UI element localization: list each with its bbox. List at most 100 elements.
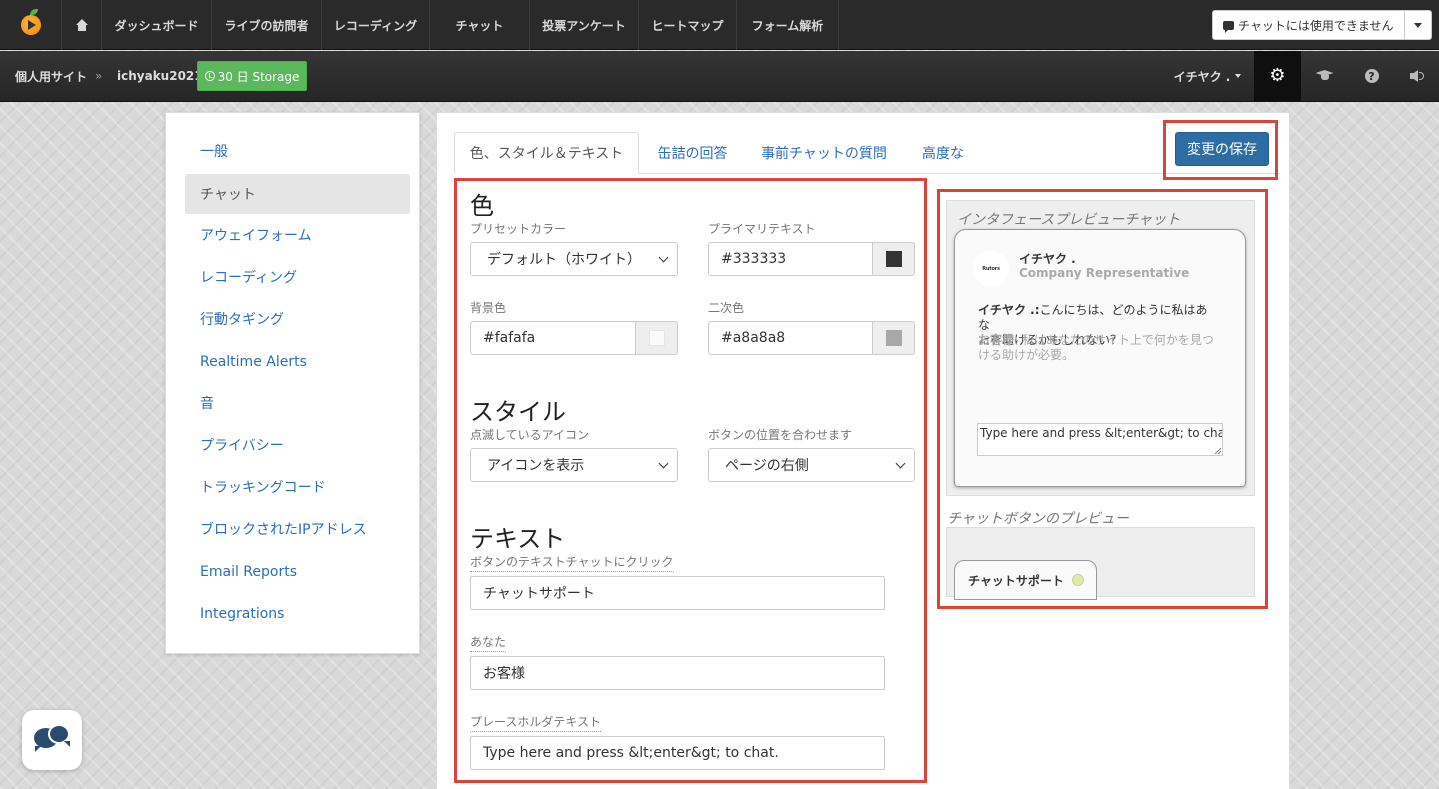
primary-text-color-picker[interactable] [873,242,915,276]
company-logo: Rutors [982,266,1000,272]
sidebar-item-away-form[interactable]: アウェイフォーム [185,215,410,255]
sidebar-item-sound[interactable]: 音 [185,383,410,423]
avatar: Rutors [973,251,1009,287]
chat-availability-status[interactable]: チャットには使用できません [1213,17,1404,34]
app-logo[interactable] [0,0,62,50]
agent-message-name: イチヤク .: [978,303,1040,317]
blink-icon-select[interactable]: アイコンを表示 [470,448,678,482]
question-icon: ? [1364,69,1379,83]
background-color-input[interactable]: #fafafa [470,321,636,355]
background-color-field[interactable]: #fafafa [470,321,678,355]
chat-button-label: チャットサポート [968,574,1064,588]
sidebar-item-tracking-code[interactable]: トラッキングコード [185,467,410,507]
primary-text-input[interactable]: #333333 [708,242,873,276]
graduation-cap-icon [1316,70,1334,82]
primary-text-label: プライマリテキスト [708,222,816,236]
background-color-label: 背景色 [470,301,507,315]
caret-down-icon [1414,22,1422,28]
sidebar-item-recordings[interactable]: レコーディング [185,257,410,297]
blink-icon-label: 点滅しているアイコン [470,428,590,442]
you-label: あなた [470,633,507,652]
nav-tab-recordings[interactable]: レコーディング [322,0,430,50]
user-menu[interactable]: イチヤク . [1160,51,1255,101]
button-text-input[interactable]: チャットサポート [470,576,885,610]
sidebar-item-email-reports[interactable]: Email Reports [185,552,410,592]
nav-tab-chat[interactable]: チャット [430,0,530,50]
tab-colors-style-text[interactable]: 色、スタイル＆テキスト [454,132,639,174]
support-chat-widget[interactable] [22,710,82,770]
sidebar-item-blocked-ips[interactable]: ブロックされたIPアドレス [185,509,410,549]
agent-role: Company Representative [1019,266,1190,280]
tab-advanced[interactable]: 高度な [908,132,978,174]
placeholder-text-label: プレースホルダテキスト [470,713,602,732]
chevron-down-icon [658,458,669,468]
sidebar-item-realtime-alerts[interactable]: Realtime Alerts [185,342,410,382]
nav-tab-dashboard[interactable]: ダッシュボード [102,0,212,50]
secondary-color-input[interactable]: #a8a8a8 [708,321,873,355]
clock-icon [204,71,215,81]
nav-tab-form-analytics[interactable]: フォーム解析 [737,0,839,50]
status-dot-icon [1071,574,1084,586]
nav-tab-polls[interactable]: 投票アンケート [530,0,639,50]
comment-icon [1223,20,1234,33]
chat-availability-toggle[interactable] [1404,11,1431,39]
chat-availability-dropdown[interactable]: チャットには使用できません [1212,10,1432,40]
sidebar-item-tagging[interactable]: 行動タギング [185,299,410,339]
user-name: イチヤク . [1173,69,1231,84]
customer-message-line2: ける助けが必要。 [978,348,1075,362]
customer-message-line1: : 私はあなたのサイト上で何かを見つ [1014,333,1214,347]
chevron-down-icon [658,252,669,262]
tab-pre-chat-questions[interactable]: 事前チャットの質問 [750,132,898,174]
chat-bubbles-icon-back [48,724,70,747]
secondary-color-picker[interactable] [873,321,915,355]
speaker-icon [1410,70,1424,82]
chat-button-preview[interactable]: チャットサポート [954,560,1097,600]
blink-icon-value: アイコンを表示 [487,458,585,474]
nav-tab-heatmaps[interactable]: ヒートマップ [639,0,737,50]
caret-down-icon [1235,74,1242,78]
primary-text-color-field[interactable]: #333333 [708,242,915,276]
chat-preview-input[interactable]: Type here and press &lt;enter&gt; to cha… [977,423,1223,456]
preset-color-select[interactable]: デフォルト（ホワイト） [470,242,678,276]
background-color-picker[interactable] [636,321,678,355]
resize-grip-icon[interactable] [1215,448,1221,454]
style-section-title: スタイル [470,398,566,426]
breadcrumb-site[interactable]: 個人用サイト [15,51,87,101]
gear-icon: ⚙ [1269,65,1286,86]
help-button[interactable]: ? [1348,51,1395,101]
secondary-color-field[interactable]: #a8a8a8 [708,321,915,355]
text-section-title: テキスト [470,525,566,553]
storage-button[interactable]: 30 日 Storage [197,61,307,91]
preset-color-label: プリセットカラー [470,222,567,236]
training-button[interactable] [1301,51,1348,101]
preset-color-value: デフォルト（ホワイト） [487,252,641,268]
home-button[interactable] [62,0,102,50]
sidebar-item-general[interactable]: 一般 [185,131,410,171]
agent-name: イチヤク . [1019,252,1076,266]
sound-button[interactable] [1395,51,1439,101]
color-swatch-icon [885,251,902,267]
breadcrumb-account[interactable]: ichyaku2021 [117,51,203,101]
nav-tab-live-visitors[interactable]: ライブの訪問者 [212,0,322,50]
colors-section-title: 色 [470,192,494,220]
button-position-select[interactable]: ページの右側 [708,448,915,482]
chat-preview-input-text: Type here and press &lt;enter&gt; to cha… [980,426,1223,440]
chevron-down-icon [895,458,906,468]
secondary-color-label: 二次色 [708,301,745,315]
sidebar-item-chat[interactable]: チャット [185,174,410,214]
orange-logo-icon [20,15,41,35]
color-swatch-icon [885,330,902,346]
settings-button[interactable]: ⚙ [1254,51,1301,101]
storage-label: 30 日 Storage [217,69,300,84]
button-preview-title: チャットボタンのプレビュー [947,511,1129,527]
tab-canned-responses[interactable]: 缶詰の回答 [645,132,740,174]
top-navbar: ダッシュボード ライブの訪問者 レコーディング チャット 投票アンケート ヒート… [0,0,1439,50]
customer-message-name: お客様 [978,333,1015,347]
sidebar-item-integrations[interactable]: Integrations [185,594,410,634]
leaf-icon [30,9,38,15]
button-text-label: ボタンのテキストチャットにクリック [470,553,674,572]
save-changes-button[interactable]: 変更の保存 [1175,132,1269,166]
sidebar-item-privacy[interactable]: プライバシー [185,425,410,465]
you-input[interactable]: お客様 [470,656,885,690]
placeholder-text-input[interactable]: Type here and press &lt;enter&gt; to cha… [470,736,885,770]
